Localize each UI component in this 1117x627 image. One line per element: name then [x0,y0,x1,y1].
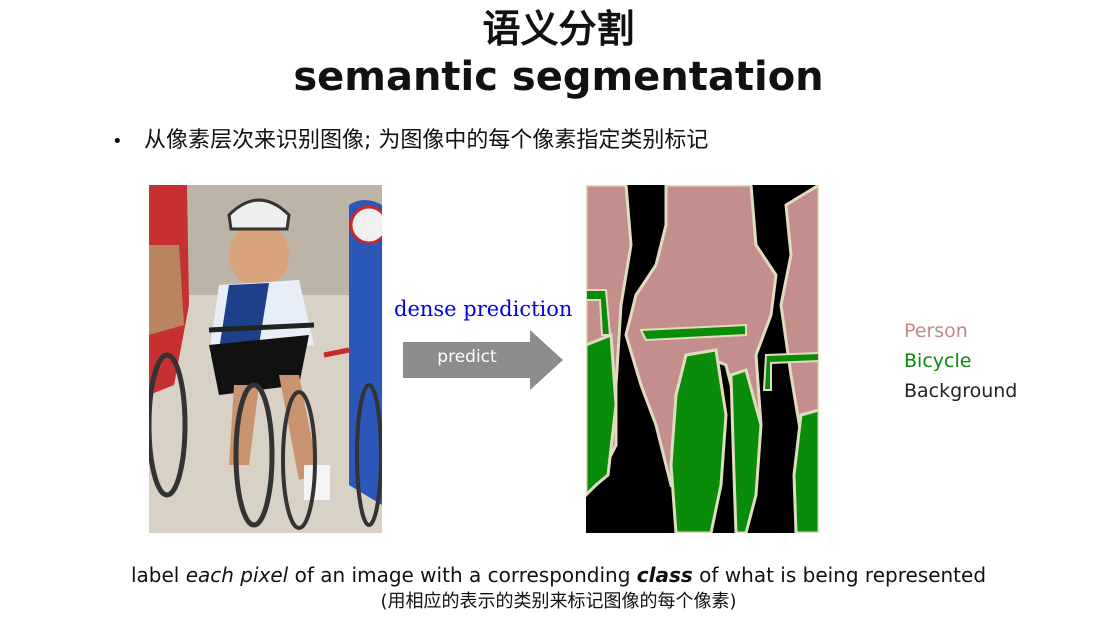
caption-part1: label [130,563,186,587]
legend-background: Background [904,380,1018,402]
dense-prediction-label: dense prediction [394,297,573,321]
title-chinese: 语义分割 [482,7,635,51]
caption-chinese: (用相应的表示的类别来标记图像的每个像素) [380,591,737,612]
caption-each-pixel: each pixel [185,563,289,587]
bullet-text: 从像素层次来识别图像; 为图像中的每个像素指定类别标记 [144,128,709,153]
legend-bicycle: Bicycle [904,350,972,372]
legend-person: Person [904,320,968,342]
bullet-marker: • [112,131,123,152]
title-english: semantic segmentation [293,54,824,100]
caption-part5: of what is being represented [692,563,987,587]
caption-class: class [636,563,693,587]
predict-label: predict [437,347,497,367]
input-photo [149,185,382,533]
caption-english: label each pixel of an image with a corr… [0,562,1117,588]
bullet-point: • 从像素层次来识别图像; 为图像中的每个像素指定类别标记 [112,126,708,157]
class-legend: Person Bicycle Background [904,316,1017,406]
segmentation-mask [586,185,819,533]
caption-part3: of an image with a corresponding [288,563,637,587]
